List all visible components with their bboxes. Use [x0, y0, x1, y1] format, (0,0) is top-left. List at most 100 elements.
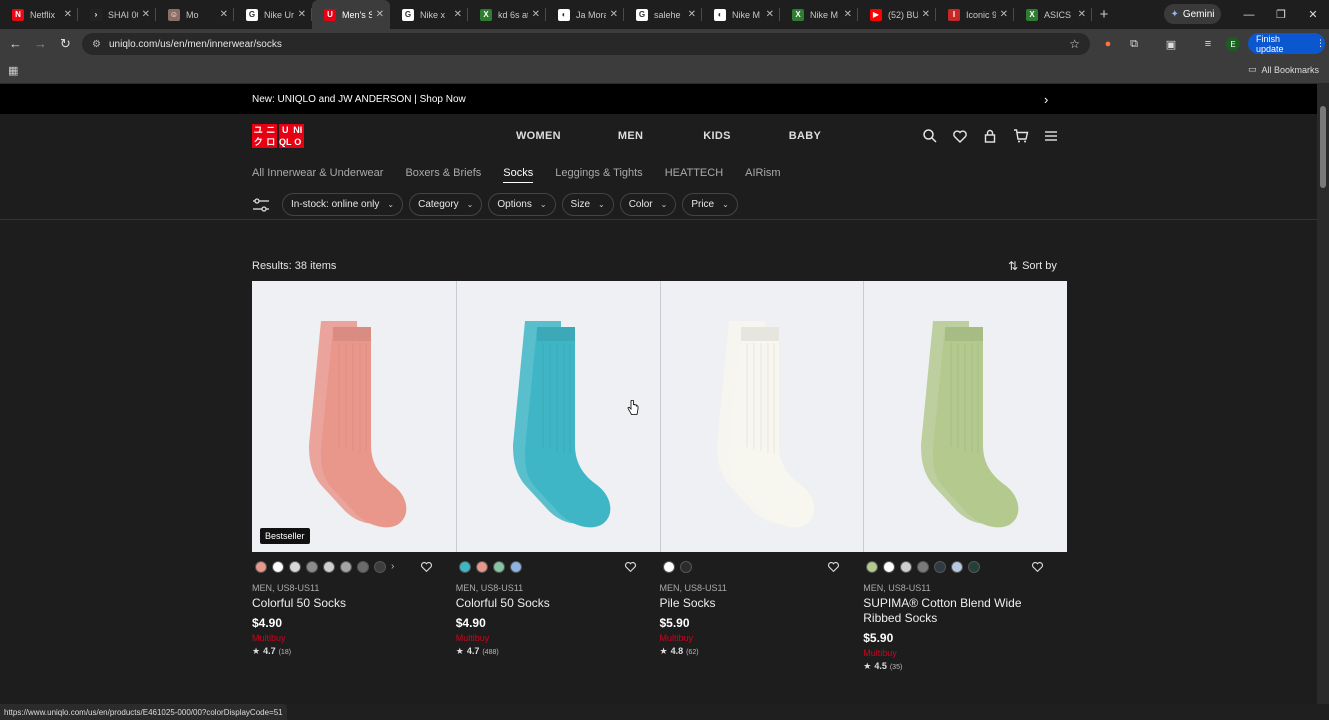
product-image[interactable] — [863, 281, 1067, 552]
color-swatch[interactable] — [883, 561, 896, 573]
color-swatch[interactable] — [679, 561, 692, 573]
color-swatch[interactable] — [968, 561, 981, 573]
browser-tab[interactable]: Xkd 6s at ✕ — [468, 0, 546, 29]
browser-tab[interactable]: G Nike x ✕ — [390, 0, 468, 29]
tab-close-icon[interactable]: ✕ — [454, 9, 462, 20]
color-swatch[interactable] — [374, 561, 386, 573]
minimize-button[interactable]: — — [1231, 0, 1267, 29]
product-name[interactable]: Colorful 50 Socks — [252, 596, 456, 611]
promo-text[interactable]: New: UNIQLO and JW ANDERSON | Shop Now — [252, 94, 466, 105]
tab-close-icon[interactable]: ✕ — [922, 9, 930, 20]
color-swatch[interactable] — [475, 561, 488, 573]
favorite-heart-icon[interactable] — [624, 560, 637, 573]
color-swatch[interactable] — [917, 561, 930, 573]
browser-tab[interactable]: U Men's S ✕ — [312, 0, 390, 29]
subnav-item[interactable]: Leggings & Tights — [555, 167, 642, 183]
color-swatch[interactable] — [340, 561, 352, 573]
subnav-item[interactable]: All Innerwear & Underwear — [252, 167, 383, 183]
filter-chip[interactable]: Color ⌄ — [619, 193, 677, 216]
sort-by-button[interactable]: ⇅ Sort by — [1008, 259, 1057, 273]
uniqlo-logo[interactable]: ユニクロ U NI QL O — [252, 124, 305, 148]
product-name[interactable]: SUPIMA® Cotton Blend Wide Ribbed Socks — [863, 596, 1067, 626]
tab-close-icon[interactable]: ✕ — [376, 9, 384, 20]
new-tab-button[interactable]: + — [1092, 6, 1116, 23]
product-name[interactable]: Pile Socks — [660, 596, 864, 611]
color-swatch[interactable] — [357, 561, 369, 573]
filter-sliders-icon[interactable] — [252, 197, 270, 212]
color-swatch[interactable] — [866, 561, 879, 573]
product-card[interactable]: MEN, US8-US11 SUPIMA® Cotton Blend Wide R… — [863, 281, 1067, 672]
tab-close-icon[interactable]: ✕ — [610, 9, 618, 20]
more-colors-icon[interactable]: › — [391, 561, 399, 573]
tab-close-icon[interactable]: ✕ — [688, 9, 696, 20]
favorite-heart-icon[interactable] — [420, 560, 433, 573]
filter-chip[interactable]: In-stock: online only ⌄ — [282, 193, 404, 216]
forward-button[interactable]: → — [28, 31, 53, 56]
account-icon[interactable] — [982, 128, 998, 144]
restore-button[interactable]: ❐ — [1263, 0, 1299, 29]
product-card[interactable]: MEN, US8-US11 Colorful 50 Socks $4.90 Multi… — [455, 281, 660, 672]
filter-chip[interactable]: Options ⌄ — [488, 193, 556, 216]
tab-close-icon[interactable]: ✕ — [220, 9, 228, 20]
filter-chip[interactable]: Category ⌄ — [409, 193, 483, 216]
finish-update-button[interactable]: Finish update ⋮ — [1248, 33, 1325, 54]
nav-kids[interactable]: KIDS — [703, 130, 730, 142]
browser-tab[interactable]: › SHAI 00 ✕ — [78, 0, 156, 29]
product-image[interactable] — [659, 281, 864, 552]
color-swatch[interactable] — [951, 561, 964, 573]
tab-close-icon[interactable]: ✕ — [1078, 9, 1086, 20]
chevron-right-icon[interactable]: › — [1044, 92, 1048, 107]
browser-tab[interactable]: ☺ Mo ✕ — [156, 0, 234, 29]
browser-tab[interactable]: ▶ (52) BU ✕ — [858, 0, 936, 29]
tab-close-icon[interactable]: ✕ — [532, 9, 540, 20]
product-card[interactable]: MEN, US8-US11 Pile Socks $5.90 Multibuy ★ 4.8… — [659, 281, 864, 672]
reload-button[interactable]: ↻ — [53, 31, 78, 56]
nav-men[interactable]: MEN — [618, 130, 643, 142]
color-swatch[interactable] — [934, 561, 947, 573]
subnav-item[interactable]: AIRism — [745, 167, 780, 183]
browser-tab[interactable]: N Netflix ✕ — [0, 0, 78, 29]
address-bar[interactable]: ⚙ uniqlo.com/us/en/men/innerwear/socks ☆ — [82, 33, 1090, 55]
extensions-puzzle-icon[interactable]: ⧉ — [1124, 34, 1144, 54]
browser-tab[interactable]: G Nike Ur ✕ — [234, 0, 312, 29]
product-card[interactable]: Bestseller › MEN, US8-US11 Colorful 50 Sock… — [252, 281, 456, 672]
tab-close-icon[interactable]: ✕ — [844, 9, 852, 20]
color-swatch[interactable] — [492, 561, 505, 573]
browser-tab[interactable]: ◐ Nike M ✕ — [702, 0, 780, 29]
tab-close-icon[interactable]: ✕ — [142, 9, 150, 20]
subnav-item[interactable]: HEATTECH — [665, 167, 723, 183]
favorite-heart-icon[interactable] — [827, 560, 840, 573]
menu-icon[interactable] — [1043, 128, 1059, 144]
tab-search-icon[interactable]: ▣ — [1161, 34, 1181, 54]
bookmark-star-icon[interactable]: ☆ — [1069, 37, 1080, 51]
nav-baby[interactable]: BABY — [789, 130, 821, 142]
search-icon[interactable] — [922, 128, 938, 144]
filter-chip[interactable]: Price ⌄ — [682, 193, 738, 216]
close-window-button[interactable]: ✕ — [1295, 0, 1329, 29]
color-swatch[interactable] — [662, 561, 675, 573]
site-info-icon[interactable]: ⚙ — [92, 39, 101, 50]
profile-avatar[interactable]: E — [1226, 37, 1240, 51]
color-swatch[interactable] — [900, 561, 913, 573]
cart-icon[interactable] — [1013, 128, 1029, 144]
heart-icon[interactable] — [952, 128, 968, 144]
browser-tab[interactable]: I Iconic 9 ✕ — [936, 0, 1014, 29]
color-swatch[interactable] — [509, 561, 522, 573]
color-swatch[interactable] — [323, 561, 335, 573]
back-button[interactable]: ← — [3, 31, 28, 56]
color-swatch[interactable] — [255, 561, 267, 573]
tab-close-icon[interactable]: ✕ — [298, 9, 306, 20]
promo-banner[interactable]: New: UNIQLO and JW ANDERSON | Shop Now › — [0, 84, 1317, 114]
subnav-item[interactable]: Boxers & Briefs — [405, 167, 481, 183]
tab-close-icon[interactable]: ✕ — [1000, 9, 1008, 20]
tab-close-icon[interactable]: ✕ — [766, 9, 774, 20]
tab-close-icon[interactable]: ✕ — [64, 9, 72, 20]
browser-tab[interactable]: X Nike M ✕ — [780, 0, 858, 29]
color-swatch[interactable] — [272, 561, 284, 573]
gemini-button[interactable]: ✦ Gemini — [1164, 4, 1221, 24]
product-image[interactable] — [455, 281, 660, 552]
product-image[interactable]: Bestseller — [252, 281, 456, 552]
subnav-item[interactable]: Socks — [503, 167, 534, 183]
apps-grid-icon[interactable]: ▦ — [8, 64, 18, 77]
color-swatch[interactable] — [306, 561, 318, 573]
